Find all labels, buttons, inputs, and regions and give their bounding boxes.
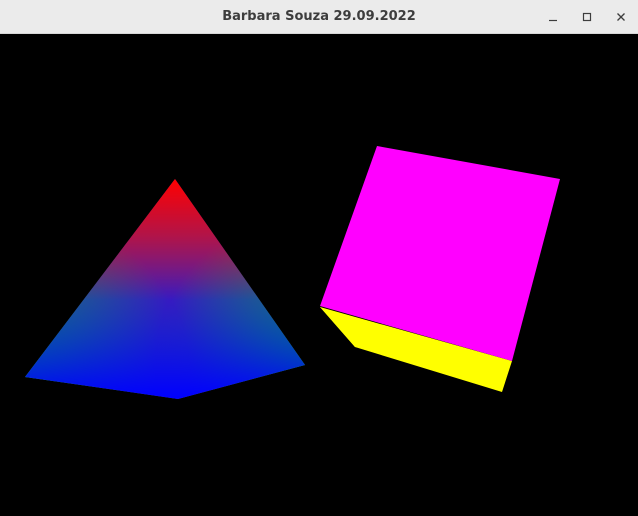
app-window: Barbara Souza 29.09.2022 [0,0,638,516]
title-bar[interactable]: Barbara Souza 29.09.2022 [0,0,638,34]
close-icon [617,13,625,21]
minimize-button[interactable] [536,0,570,34]
scene-canvas [25,146,560,399]
pyramid [25,179,305,399]
close-button[interactable] [604,0,638,34]
maximize-icon [582,12,592,22]
maximize-button[interactable] [570,0,604,34]
minimize-icon [549,19,557,22]
cube [320,146,560,392]
render-viewport[interactable] [0,34,638,516]
window-controls [536,0,638,34]
